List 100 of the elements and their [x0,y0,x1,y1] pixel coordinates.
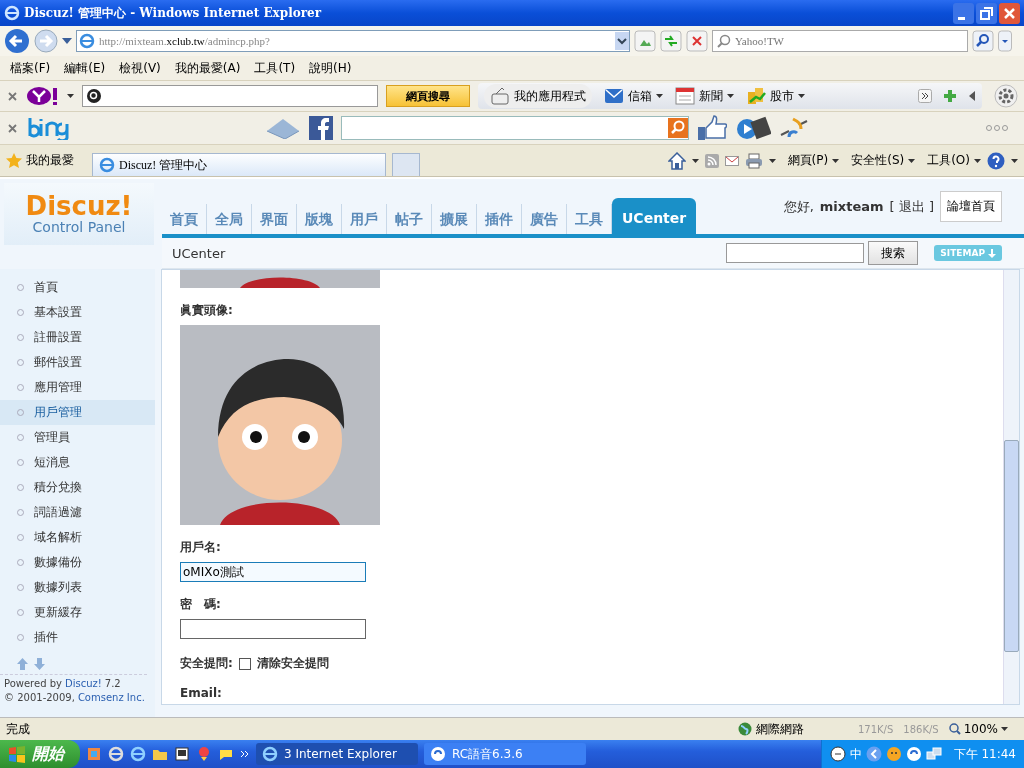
circle-icon [17,534,24,541]
language-icon[interactable] [829,746,846,762]
circle-icon [17,334,24,341]
dropdown-icon[interactable] [615,32,629,50]
caret-icon[interactable] [691,158,699,163]
plus-icon[interactable] [944,90,956,102]
toolbar-item[interactable]: 股市 [746,86,805,106]
smiley-icon[interactable] [885,746,902,762]
menu-item[interactable]: 檔案(F) [10,59,51,77]
sidebar-item[interactable]: 詞語過濾 [0,500,155,525]
sidebar-item[interactable]: 基本設置 [0,300,155,325]
sidebar-item[interactable]: 首頁 [0,275,155,300]
zoom-control[interactable]: 100% [948,722,1008,736]
toolbar-item[interactable]: 信箱 [604,86,663,106]
sidebar-item[interactable]: 用戶管理 [0,400,155,425]
printer-icon[interactable] [744,152,763,169]
facebook-icon[interactable] [308,116,333,140]
sidebar-item[interactable]: 插件 [0,625,155,650]
sidebar-item[interactable]: 短消息 [0,450,155,475]
search-button[interactable]: 搜索 [868,241,919,266]
sidebar-item[interactable]: 郵件設置 [0,350,155,375]
sidebar-item[interactable]: 數據列表 [0,575,155,600]
breadcrumb-text: UCenter [172,245,226,261]
greeting-text: 您好, [783,197,814,216]
window-icon[interactable] [174,746,190,762]
envelope-icon[interactable] [264,117,301,139]
close-icon[interactable] [8,123,17,133]
scrollbar[interactable] [1003,270,1019,704]
ie-icon[interactable] [130,746,146,762]
gear-icon[interactable] [994,84,1018,108]
text-field[interactable]: oMIXo測試 [180,562,366,582]
logo-subtitle: Control Panel [32,219,126,235]
menu-item[interactable]: 我的最愛(A) [174,59,241,77]
command-menu[interactable]: 工具(O) [927,152,981,169]
search-icon[interactable] [972,30,994,52]
toolbar-item[interactable]: 我的應用程式 [484,84,592,108]
sidebar-item[interactable]: 積分兌換 [0,475,155,500]
sidebar-item[interactable]: 管理員 [0,425,155,450]
logout-link[interactable]: [ 退出 ] [889,197,934,216]
username: mixteam [819,199,884,214]
discuz-link[interactable]: Discuz! [64,677,102,691]
scroll-thumb[interactable] [1004,440,1019,652]
favorites-button[interactable]: 我的最愛 [6,152,86,169]
close-icon[interactable] [8,91,17,101]
forum-home-button[interactable]: 論壇首頁 [940,191,1002,222]
network-icon[interactable] [925,746,942,762]
search-field[interactable] [340,116,689,140]
search-field[interactable]: Yahoo!TW [712,30,968,52]
sidebar-item[interactable]: 更新緩存 [0,600,155,625]
more-icon[interactable] [918,89,932,103]
mail-icon[interactable] [724,155,739,166]
circle-icon [17,434,24,441]
close-icon[interactable] [999,2,1020,24]
stop-icon[interactable] [686,30,708,52]
caret-icon[interactable] [67,94,74,98]
text-field[interactable] [180,619,366,639]
nav-tab[interactable]: UCenter [612,198,697,235]
ie-icon [99,157,115,173]
field-label: 用戶名: [180,539,222,556]
browser-icon[interactable] [108,746,124,762]
command-menu[interactable]: 網頁(P) [787,152,840,169]
chevron-icon[interactable] [240,750,250,758]
company-link[interactable]: Comsenz Inc. [77,691,145,705]
search-field[interactable] [726,243,865,264]
restore-icon[interactable] [976,2,997,24]
app-icon[interactable] [86,746,102,762]
home-icon[interactable] [667,151,686,170]
nav-tab[interactable]: 插件 [477,204,522,235]
menu-item[interactable]: 檢視(V) [119,59,161,77]
taskbar-button[interactable]: 3 Internet Explorer [256,743,418,765]
address-field[interactable]: http://mixteam.xclub.tw/admincp.php? [76,30,630,52]
scroll-left-icon[interactable] [968,91,976,101]
minimize-icon[interactable] [953,2,974,24]
compatibility-icon[interactable] [634,30,656,52]
caret-icon[interactable] [62,38,72,44]
command-menu[interactable]: 安全性(S) [851,152,916,169]
sidebar-item[interactable]: 註冊設置 [0,325,155,350]
sidebar-item[interactable]: 應用管理 [0,375,155,400]
refresh-icon[interactable] [660,30,682,52]
video-icon[interactable] [734,115,771,141]
help-icon[interactable] [987,151,1005,170]
menu-item[interactable]: 說明(H) [309,59,352,77]
browser-tab[interactable]: Discuz! 管理中心 [92,153,386,176]
menu-item[interactable]: 工具(T) [254,59,296,77]
thumbs-up-icon[interactable] [696,115,727,141]
sidebar-item[interactable]: 數據備份 [0,550,155,575]
taskbar-button[interactable]: RC語音6.3.6 [424,743,586,765]
sidebar-item[interactable]: 域名解析 [0,525,155,550]
balloon-icon[interactable] [196,746,212,762]
feed-icon[interactable] [704,153,719,168]
caret-icon[interactable] [768,158,776,163]
ie-icon [4,5,20,21]
search-field[interactable] [82,85,378,107]
checkbox[interactable] [238,657,251,670]
caret-icon[interactable] [1011,158,1018,163]
app-icon[interactable] [905,746,922,762]
search-icon[interactable] [667,118,688,138]
toolbar-item[interactable]: 新聞 [675,86,734,106]
web-search-button[interactable]: 網頁搜尋 [386,85,470,107]
menu-item[interactable]: 編輯(E) [64,59,106,77]
